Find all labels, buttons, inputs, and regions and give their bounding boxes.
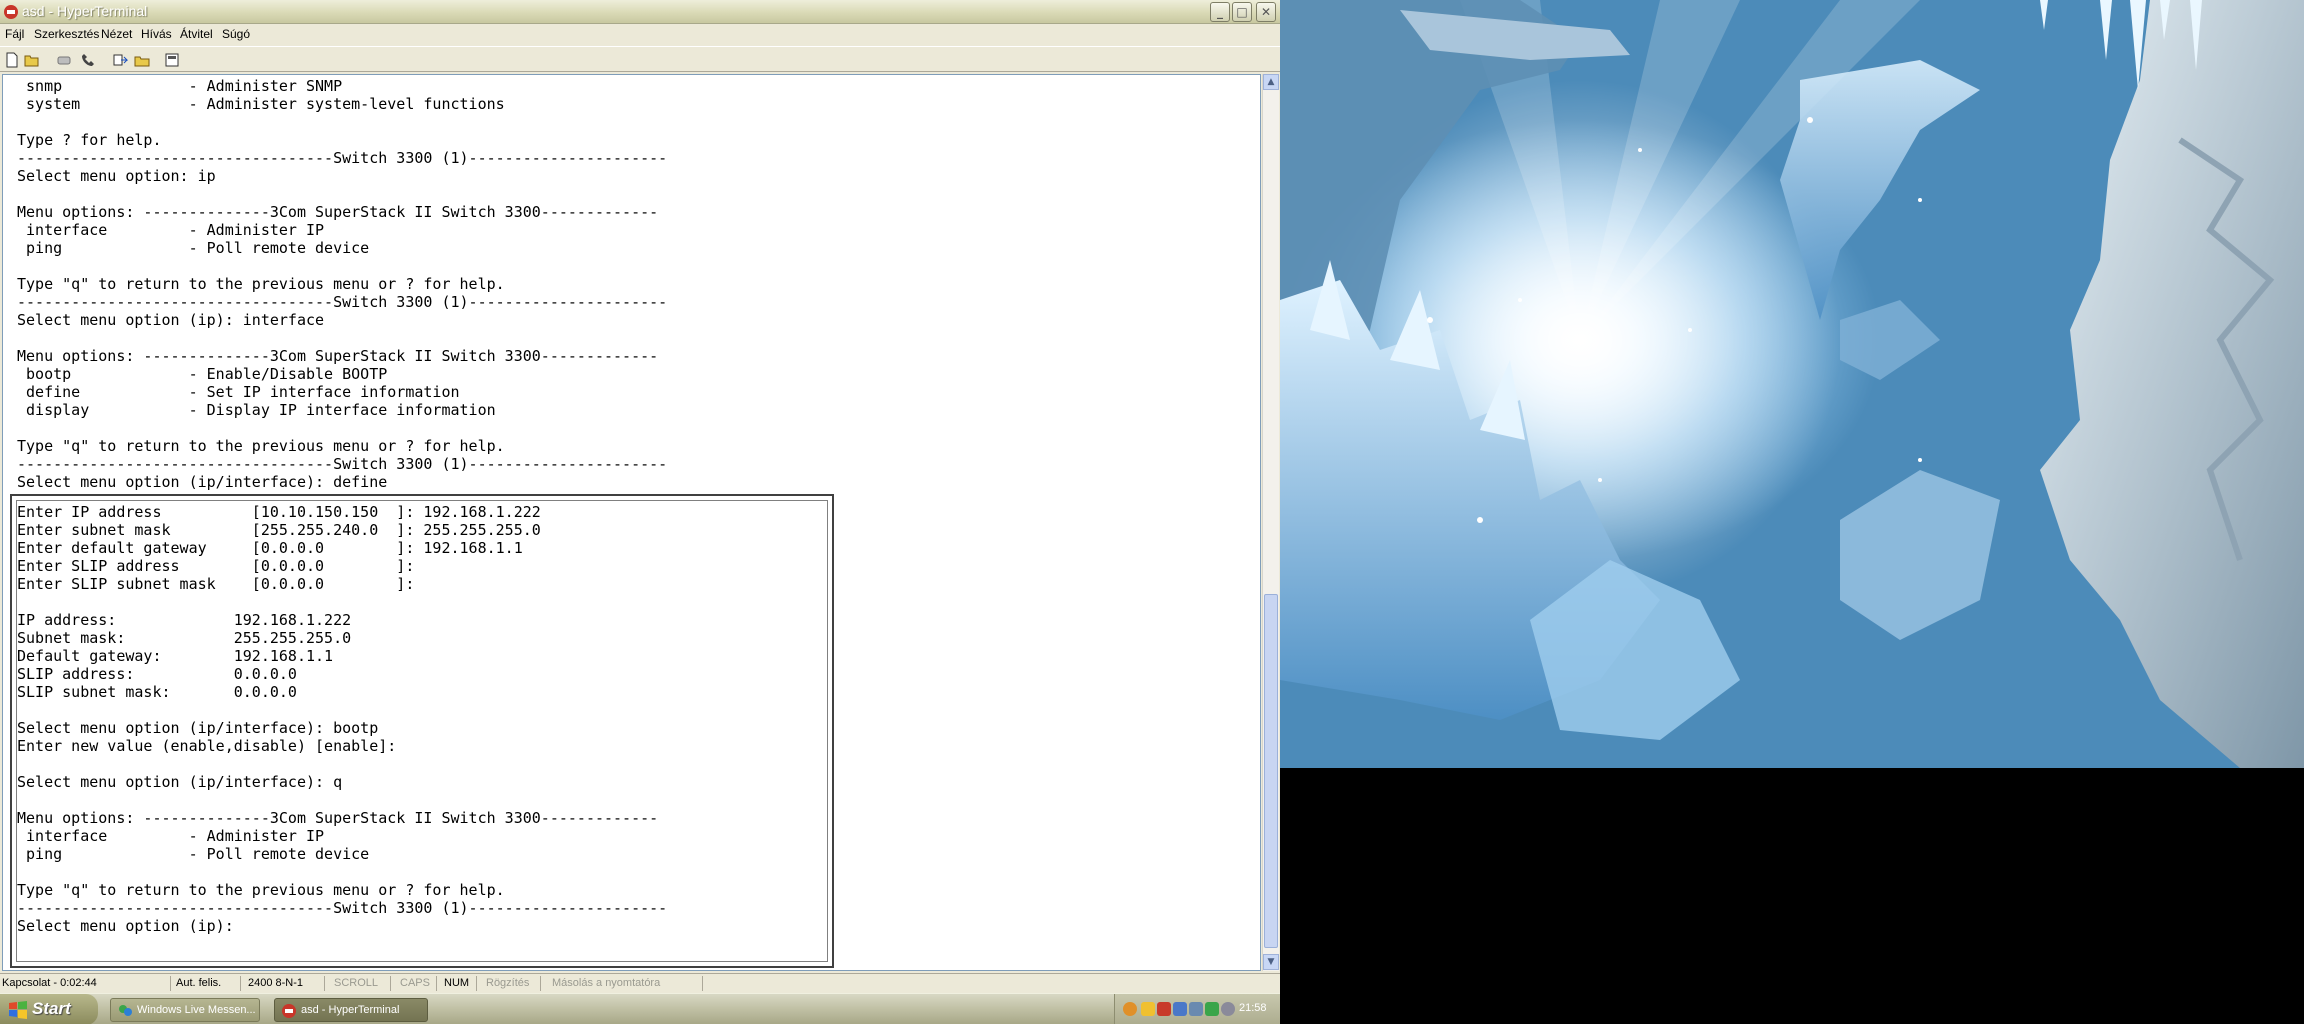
menu-edit[interactable]: Szerkesztés <box>34 27 99 41</box>
vertical-scrollbar[interactable]: ▲ ▼ <box>1262 74 1279 971</box>
taskbar-item-messenger[interactable]: Windows Live Messen... <box>110 998 260 1022</box>
scroll-up-button[interactable]: ▲ <box>1263 74 1279 90</box>
status-num: NUM <box>444 977 470 989</box>
menu-call[interactable]: Hívás <box>141 27 172 41</box>
security-shield-icon[interactable] <box>1157 1002 1171 1016</box>
title-bar[interactable]: asd - HyperTerminal _ □ ✕ <box>0 0 1280 24</box>
update-icon[interactable] <box>1221 1002 1235 1016</box>
taskbar: Start Windows Live Messen... asd - Hyper… <box>0 993 1280 1024</box>
status-scroll: SCROLL <box>334 977 379 989</box>
clock: 21:58 <box>1239 1002 1267 1014</box>
disconnect-icon[interactable] <box>56 52 72 68</box>
terminal-output-selection: Enter IP address [10.10.150.150 ]: 192.1… <box>10 494 834 968</box>
scroll-down-button[interactable]: ▼ <box>1263 954 1279 970</box>
menu-bar: Fájl Szerkesztés Nézet Hívás Átvitel Súg… <box>0 24 1280 45</box>
status-print-echo: Másolás a nyomtatóra <box>552 977 661 989</box>
terminal-output: snmp - Administer SNMP system - Administ… <box>17 77 668 491</box>
desktop-wallpaper <box>1280 0 2304 768</box>
properties-icon[interactable] <box>164 52 180 68</box>
status-bar: Kapcsolat - 0:02:44 Aut. felis. 2400 8-N… <box>0 973 1280 993</box>
status-settings: 2400 8-N-1 <box>248 977 304 989</box>
send-icon[interactable] <box>112 52 128 68</box>
hyperterminal-icon <box>282 1004 296 1018</box>
messenger-tray-icon[interactable] <box>1205 1002 1219 1016</box>
ice-landscape-image <box>1280 0 2304 768</box>
taskbar-item-hyperterminal[interactable]: asd - HyperTerminal <box>274 998 428 1022</box>
status-capture: Rögzítés <box>486 977 530 989</box>
network-icon[interactable] <box>1141 1002 1155 1016</box>
taskbar-item-label: asd - HyperTerminal <box>301 1004 400 1016</box>
terminal-screen[interactable]: snmp - Administer SNMP system - Administ… <box>2 74 1261 971</box>
menu-transfer[interactable]: Átvitel <box>180 27 213 41</box>
open-icon[interactable] <box>24 52 40 68</box>
terminal-output-lower: Enter IP address [10.10.150.150 ]: 192.1… <box>17 503 668 935</box>
scroll-thumb[interactable] <box>1264 594 1278 948</box>
close-button[interactable]: ✕ <box>1256 2 1276 22</box>
hyperterminal-window: asd - HyperTerminal _ □ ✕ Fájl Szerkeszt… <box>0 0 1280 993</box>
minimize-button[interactable]: _ <box>1210 2 1230 22</box>
menu-help[interactable]: Súgó <box>222 27 250 41</box>
receive-icon[interactable] <box>134 52 150 68</box>
menu-view[interactable]: Nézet <box>101 27 132 41</box>
volume-icon[interactable] <box>1189 1002 1203 1016</box>
maximize-button[interactable]: □ <box>1232 2 1252 22</box>
messenger-icon <box>119 1005 132 1016</box>
start-button[interactable]: Start <box>0 994 98 1024</box>
start-label: Start <box>32 999 71 1018</box>
toolbar <box>0 46 1280 72</box>
monitor-icon[interactable] <box>1173 1002 1187 1016</box>
taskbar-item-label: Windows Live Messen... <box>137 1004 256 1016</box>
windows-logo-icon <box>9 1001 27 1019</box>
window-title: asd - HyperTerminal <box>22 3 148 19</box>
status-caps: CAPS <box>400 977 430 989</box>
status-detect: Aut. felis. <box>176 977 222 989</box>
back-arrow-icon[interactable] <box>1123 1002 1137 1016</box>
hyperterminal-icon <box>4 5 18 19</box>
system-tray: 21:58 <box>1114 994 1280 1024</box>
menu-file[interactable]: Fájl <box>5 27 24 41</box>
new-icon[interactable] <box>4 52 20 68</box>
phone-icon[interactable] <box>80 52 96 68</box>
status-connection: Kapcsolat - 0:02:44 <box>2 977 97 989</box>
